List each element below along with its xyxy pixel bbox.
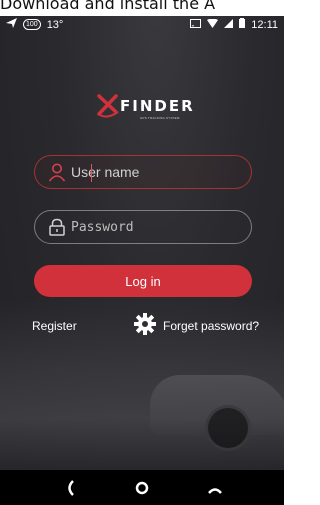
app-screen: 100 13° 12:11 FINDER GPS TRACKING SYSTEM… (0, 0, 284, 505)
app-logo: FINDER GPS TRACKING SYSTEM (96, 90, 196, 122)
wifi-icon (207, 18, 219, 31)
forget-password-link[interactable]: Forget password? (134, 313, 259, 338)
user-icon (47, 162, 67, 182)
battery-icon (239, 18, 246, 31)
cast-icon (190, 18, 202, 31)
register-link[interactable]: Register (32, 319, 77, 333)
navigation-arrow-icon (6, 18, 17, 31)
system-navigation-bar (0, 470, 284, 505)
password-field[interactable] (34, 210, 252, 244)
gear-icon (134, 313, 156, 338)
logo-text: FINDER (120, 97, 195, 115)
text-cursor (91, 164, 92, 182)
password-input[interactable] (69, 218, 243, 236)
lock-icon (47, 217, 67, 237)
status-bar: 100 13° 12:11 (0, 16, 284, 34)
username-input[interactable] (69, 163, 243, 181)
caption-text: Download and install the A (0, 0, 216, 13)
back-icon[interactable] (58, 476, 82, 500)
forget-password-label: Forget password? (163, 318, 260, 333)
signal-icon (224, 18, 234, 31)
clock: 12:11 (251, 18, 278, 31)
home-icon[interactable] (130, 476, 154, 500)
logo-tagline: GPS TRACKING SYSTEM (140, 116, 180, 120)
background-wheel (205, 405, 251, 451)
recents-icon[interactable] (203, 476, 227, 500)
temperature: 13° (46, 18, 64, 31)
page-caption: Download and install the A (0, 0, 284, 16)
login-button[interactable]: Log in (34, 265, 252, 297)
notification-badge: 100 (23, 19, 41, 30)
username-field[interactable] (34, 155, 252, 189)
